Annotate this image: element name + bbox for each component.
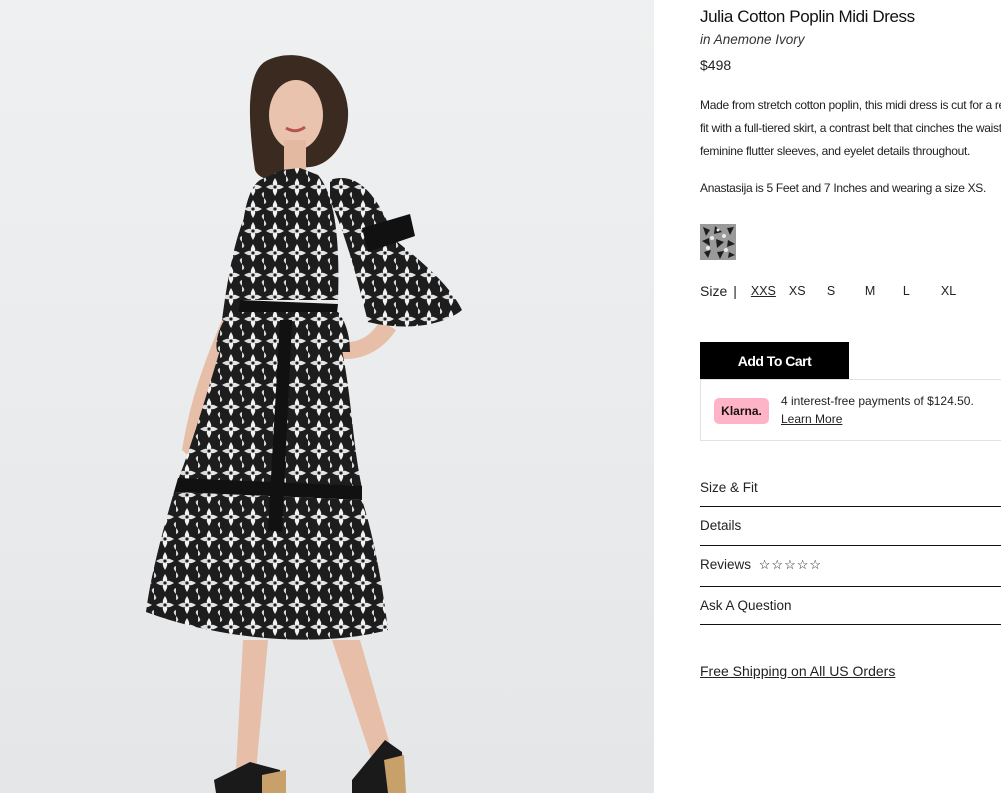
size-separator: |	[733, 283, 737, 299]
product-price: $498	[700, 57, 732, 73]
product-details-panel: Julia Cotton Poplin Midi Dress in Anemon…	[700, 0, 1001, 793]
size-option-s[interactable]: S	[827, 284, 865, 298]
product-description: Made from stretch cotton poplin, this mi…	[700, 98, 1001, 158]
product-photo	[0, 0, 654, 793]
accordion-size-fit[interactable]: Size & Fit	[700, 470, 1001, 507]
rating-stars-icon: ☆☆☆☆☆	[758, 557, 823, 572]
size-selector: Size | XXS XS S M L XL	[700, 281, 979, 301]
free-shipping-link[interactable]: Free Shipping on All US Orders	[700, 663, 895, 679]
size-option-xl[interactable]: XL	[941, 284, 979, 298]
accordion-size-fit-label: Size & Fit	[700, 480, 758, 495]
size-option-m[interactable]: M	[865, 284, 903, 298]
accordion-reviews-label: Reviews ☆☆☆☆☆	[700, 557, 822, 573]
model-size-info: Anastasija is 5 Feet and 7 Inches and we…	[700, 181, 987, 195]
accordion-ask-question[interactable]: Ask A Question	[700, 587, 1001, 625]
product-title: Julia Cotton Poplin Midi Dress	[700, 7, 915, 26]
klarna-promo: Klarna. 4 interest-free payments of $124…	[700, 379, 1001, 441]
size-option-xs[interactable]: XS	[789, 284, 827, 298]
accordion-reviews[interactable]: Reviews ☆☆☆☆☆	[700, 546, 1001, 587]
color-swatch[interactable]	[700, 224, 736, 260]
accordion-details[interactable]: Details	[700, 507, 1001, 546]
klarna-learn-more-link[interactable]: Learn More	[781, 412, 842, 426]
reviews-label: Reviews	[700, 557, 752, 572]
add-to-cart-button[interactable]: Add To Cart	[700, 342, 849, 379]
swatch-pattern-icon	[700, 224, 736, 260]
klarna-logo: Klarna.	[714, 398, 769, 424]
product-color-name: in Anemone Ivory	[700, 32, 805, 47]
accordion-ask-question-label: Ask A Question	[700, 598, 792, 613]
model-illustration	[146, 55, 462, 793]
size-option-l[interactable]: L	[903, 284, 941, 298]
accordion-details-label: Details	[700, 518, 742, 533]
klarna-installments-text: 4 interest-free payments of $124.50.	[781, 394, 974, 408]
size-label: Size	[700, 283, 728, 299]
product-page: Julia Cotton Poplin Midi Dress in Anemon…	[0, 0, 1001, 793]
size-option-xxs[interactable]: XXS	[751, 284, 789, 298]
